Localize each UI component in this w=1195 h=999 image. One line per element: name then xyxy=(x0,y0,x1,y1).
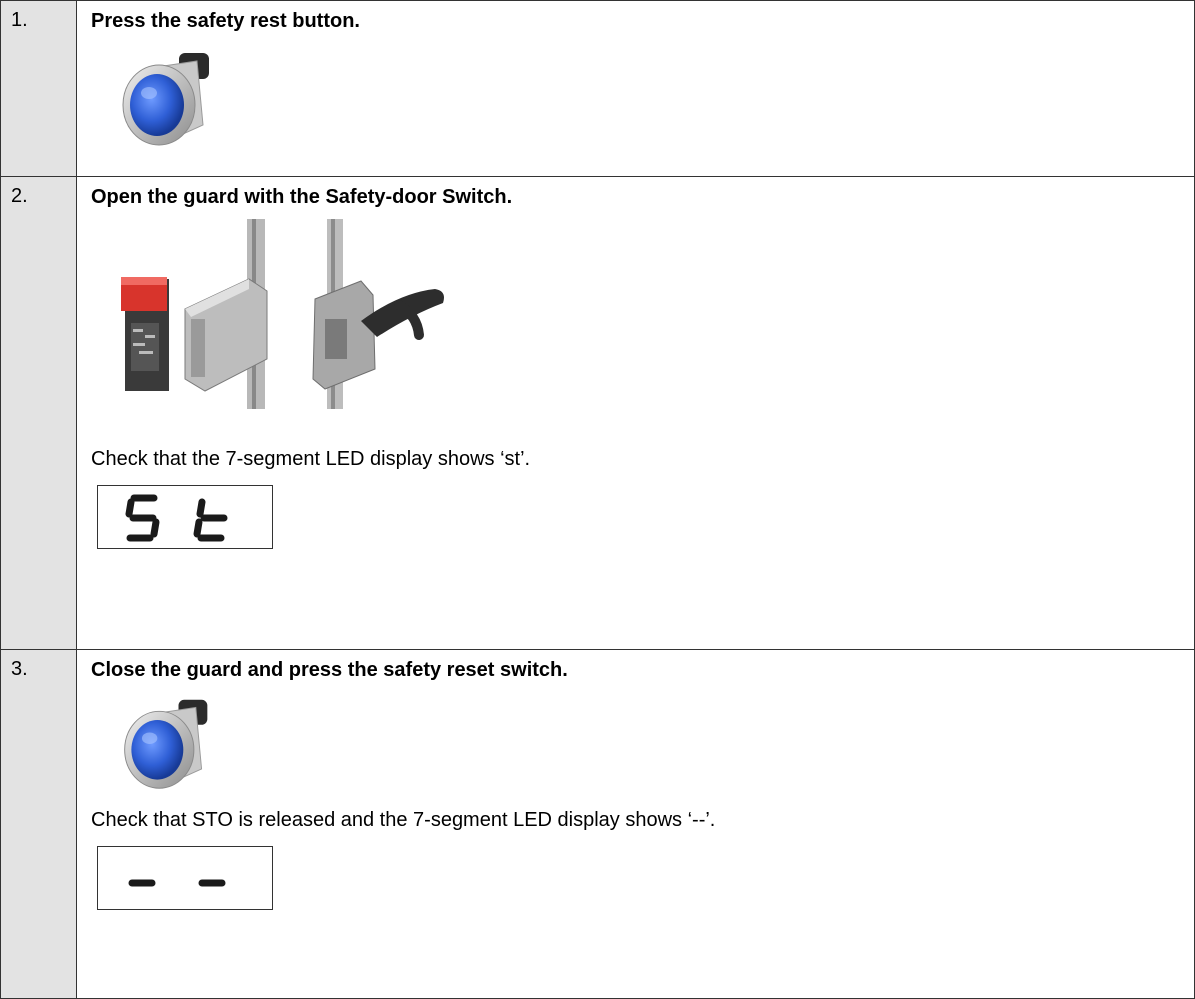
step-number-cell: 2. xyxy=(0,176,77,650)
step-row: 2. Open the guard with the Safety-door S… xyxy=(0,176,1195,650)
step-heading: Close the guard and press the safety res… xyxy=(91,659,568,681)
step-number: 2. xyxy=(11,185,28,207)
procedure-table: 1. Press the safety rest button. 2. Open… xyxy=(0,0,1195,999)
led-dash-dash-readout-icon xyxy=(128,879,226,887)
step-heading: Open the guard with the Safety-door Swit… xyxy=(91,186,513,208)
step-content-cell: Press the safety rest button. xyxy=(76,0,1195,177)
seven-segment-display xyxy=(97,485,273,549)
safety-door-switch-icon xyxy=(99,219,1194,409)
step-heading: Press the safety rest button. xyxy=(91,10,360,32)
led-st-readout-icon xyxy=(125,494,228,542)
step-number-cell: 3. xyxy=(0,649,77,999)
safety-reset-pushbutton-icon xyxy=(111,694,1194,794)
step-number: 3. xyxy=(11,658,28,680)
seven-segment-display xyxy=(97,846,273,910)
check-instruction: Check that STO is released and the 7-seg… xyxy=(91,809,716,831)
step-row: 1. Press the safety rest button. xyxy=(0,0,1195,177)
step-number-cell: 1. xyxy=(0,0,77,177)
step-content-cell: Close the guard and press the safety res… xyxy=(76,649,1195,999)
step-row: 3. Close the guard and press the safety … xyxy=(0,649,1195,999)
step-number: 1. xyxy=(11,9,28,31)
check-instruction: Check that the 7-segment LED display sho… xyxy=(91,448,531,470)
step-content-cell: Open the guard with the Safety-door Swit… xyxy=(76,176,1195,650)
safety-reset-pushbutton-icon xyxy=(111,47,1194,151)
